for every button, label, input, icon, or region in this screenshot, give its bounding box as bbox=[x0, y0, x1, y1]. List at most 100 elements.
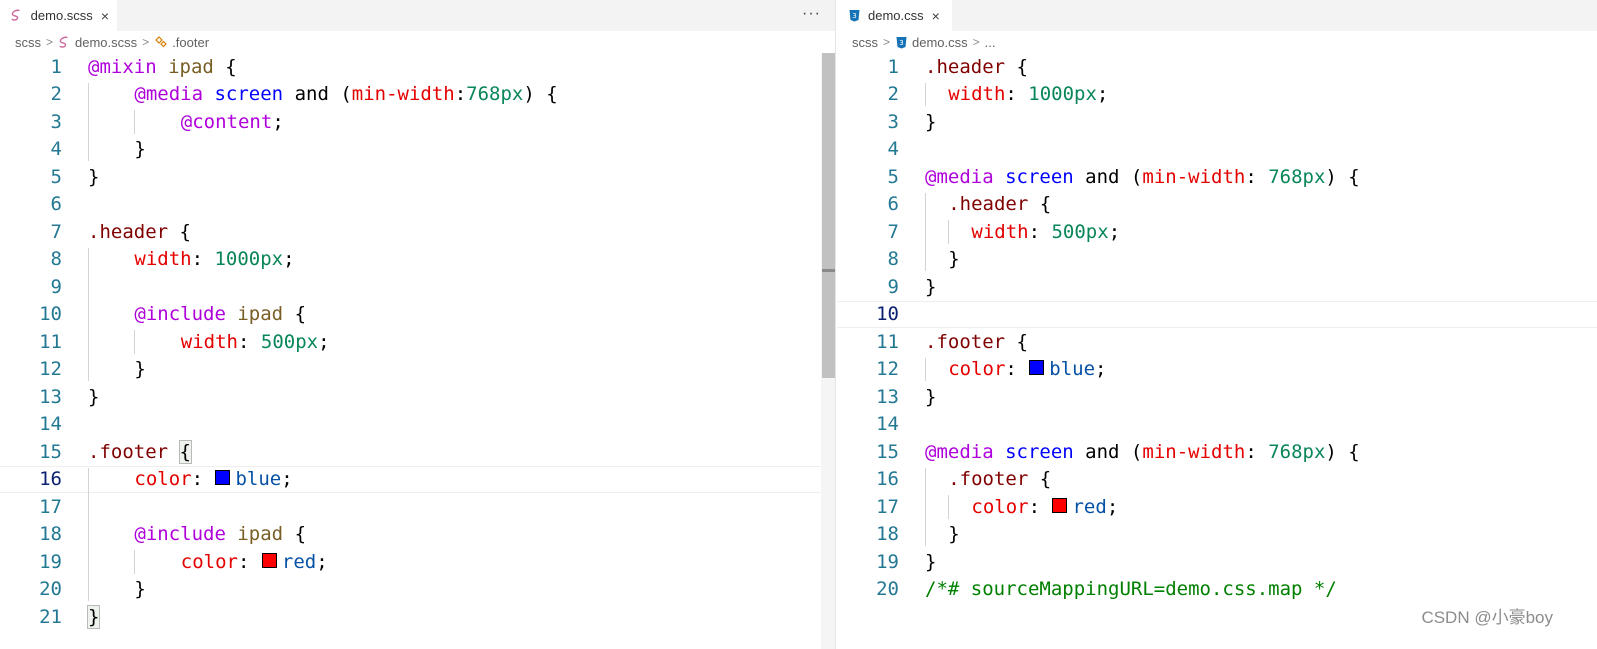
code-line[interactable]: 9} bbox=[837, 273, 1597, 301]
code-text: color: blue; bbox=[134, 468, 292, 490]
code-token: .header bbox=[88, 220, 169, 243]
code-line[interactable]: 20} bbox=[0, 576, 835, 604]
close-icon[interactable]: × bbox=[932, 8, 940, 24]
code-text: @media screen and (min-width: 768px) { bbox=[925, 166, 1360, 188]
code-line[interactable]: 12} bbox=[0, 356, 835, 384]
breadcrumb-ellipsis[interactable]: ... bbox=[985, 35, 996, 50]
code-line[interactable]: 20 /*# sourceMappingURL=demo.css.map */ bbox=[837, 576, 1597, 604]
code-line[interactable]: 7 .header { bbox=[0, 218, 835, 246]
code-text: color: blue; bbox=[948, 358, 1106, 380]
color-swatch[interactable] bbox=[261, 552, 277, 568]
vertical-scrollbar[interactable] bbox=[821, 53, 835, 649]
code-line[interactable]: 11 .footer { bbox=[837, 328, 1597, 356]
code-line[interactable]: 12 color: blue; bbox=[837, 356, 1597, 384]
indent-guide bbox=[925, 467, 926, 546]
code-token: width bbox=[948, 83, 1006, 106]
code-token: ipad bbox=[168, 55, 214, 78]
code-line[interactable]: 13} bbox=[837, 383, 1597, 411]
code-line[interactable]: 11 width: 500px; bbox=[0, 328, 835, 356]
code-line[interactable]: 21} bbox=[0, 603, 835, 631]
code-line[interactable]: 14 bbox=[0, 411, 835, 439]
breadcrumb-file[interactable]: demo.scss bbox=[75, 35, 137, 50]
code-token: } bbox=[948, 248, 960, 271]
editor-pane-css: 3 demo.css × scss > 3 demo.css > ... 1 .h… bbox=[837, 0, 1597, 649]
code-editor-scss[interactable]: 1 @mixin ipad {2 @media screen and (min-wi… bbox=[0, 53, 835, 649]
line-number: 6 bbox=[50, 193, 62, 216]
code-token: : bbox=[238, 550, 261, 573]
code-editor-css[interactable]: 1 .header {2 width: 1000px; 3} 4 5 @media scre… bbox=[837, 53, 1597, 649]
code-token: } bbox=[134, 578, 146, 601]
breadcrumb-file[interactable]: demo.css bbox=[912, 35, 968, 50]
color-swatch[interactable] bbox=[1029, 360, 1045, 376]
line-number: 3 bbox=[887, 110, 899, 133]
code-line[interactable]: 3} bbox=[837, 108, 1597, 136]
code-token: : bbox=[1005, 358, 1029, 381]
code-line[interactable]: 13} bbox=[0, 383, 835, 411]
code-line[interactable]: 14 bbox=[837, 411, 1597, 439]
tab-demo-scss[interactable]: demo.scss × bbox=[0, 0, 117, 31]
code-text: } bbox=[925, 386, 936, 408]
line-number: 15 bbox=[876, 440, 899, 463]
code-token: { bbox=[283, 303, 307, 326]
chevron-right-icon: > bbox=[142, 35, 150, 49]
svg-text:3: 3 bbox=[899, 39, 903, 47]
code-line[interactable]: 15 @media screen and (min-width: 768px) { bbox=[837, 438, 1597, 466]
code-token: ; bbox=[1106, 495, 1119, 518]
code-line[interactable]: 1 .header { bbox=[837, 53, 1597, 81]
code-line[interactable]: 19} bbox=[837, 548, 1597, 576]
code-token: } bbox=[925, 550, 937, 573]
code-line[interactable]: 9 bbox=[0, 273, 835, 301]
close-icon[interactable]: × bbox=[101, 8, 109, 24]
code-line[interactable]: 18 @include ipad { bbox=[0, 521, 835, 549]
color-swatch[interactable] bbox=[215, 470, 231, 486]
code-text: } bbox=[134, 138, 145, 160]
line-number: 10 bbox=[39, 303, 62, 326]
breadcrumb-folder[interactable]: scss bbox=[852, 35, 878, 50]
code-line[interactable]: 4 bbox=[837, 136, 1597, 164]
tab-demo-css[interactable]: 3 demo.css × bbox=[837, 0, 952, 31]
scrollbar-thumb[interactable] bbox=[822, 53, 835, 378]
code-line[interactable]: 4} bbox=[0, 136, 835, 164]
code-line[interactable]: 5} bbox=[0, 163, 835, 191]
code-line[interactable]: 15 .footer { bbox=[0, 438, 835, 466]
code-text: color: red; bbox=[971, 496, 1118, 518]
line-number: 21 bbox=[39, 605, 62, 628]
code-line[interactable]: 5 @media screen and (min-width: 768px) { bbox=[837, 163, 1597, 191]
code-line[interactable]: 17 bbox=[0, 493, 835, 521]
line-number: 14 bbox=[39, 413, 62, 436]
more-actions-icon[interactable]: ··· bbox=[802, 5, 821, 23]
indent-guide bbox=[134, 110, 136, 134]
code-line[interactable]: 8 width: 1000px; bbox=[0, 246, 835, 274]
code-line[interactable]: 7 width: 500px; bbox=[837, 218, 1597, 246]
code-line[interactable]: 18} bbox=[837, 521, 1597, 549]
code-line[interactable]: 17 color: red; bbox=[837, 493, 1597, 521]
watermark: CSDN @小豪boy bbox=[1421, 608, 1553, 627]
code-line[interactable]: 10 bbox=[837, 300, 1597, 328]
code-line[interactable]: 19 color: red; bbox=[0, 548, 835, 576]
chevron-right-icon: > bbox=[46, 35, 54, 49]
color-swatch[interactable] bbox=[1052, 497, 1068, 513]
code-token: { bbox=[1005, 55, 1028, 78]
code-line[interactable]: 10 @include ipad { bbox=[0, 301, 835, 329]
code-text: @media screen and (min-width: 768px) { bbox=[925, 441, 1360, 463]
line-number: 5 bbox=[887, 165, 899, 188]
code-line[interactable]: 2 @media screen and (min-width:768px) { bbox=[0, 81, 835, 109]
code-line[interactable]: 2 width: 1000px; bbox=[837, 81, 1597, 109]
code-line[interactable]: 1 @mixin ipad { bbox=[0, 53, 835, 81]
code-line[interactable]: 16 color: blue; bbox=[0, 465, 834, 493]
code-line[interactable]: 3 @content; bbox=[0, 108, 835, 136]
code-line[interactable]: 8} bbox=[837, 246, 1597, 274]
code-line[interactable]: 16 .footer { bbox=[837, 466, 1597, 494]
code-token: ) { bbox=[1325, 440, 1360, 463]
code-text: @content; bbox=[181, 111, 284, 133]
code-token: /*# sourceMappingURL=demo.css.map */ bbox=[925, 578, 1337, 601]
code-token: @media bbox=[925, 440, 994, 463]
code-line[interactable]: 6 bbox=[0, 191, 835, 219]
line-number: 16 bbox=[876, 468, 899, 491]
breadcrumb-symbol[interactable]: .footer bbox=[172, 35, 209, 50]
code-token: { bbox=[1028, 193, 1052, 216]
breadcrumb-folder[interactable]: scss bbox=[15, 35, 41, 50]
code-token: ; bbox=[281, 468, 293, 491]
code-line[interactable]: 6 .header { bbox=[837, 191, 1597, 219]
